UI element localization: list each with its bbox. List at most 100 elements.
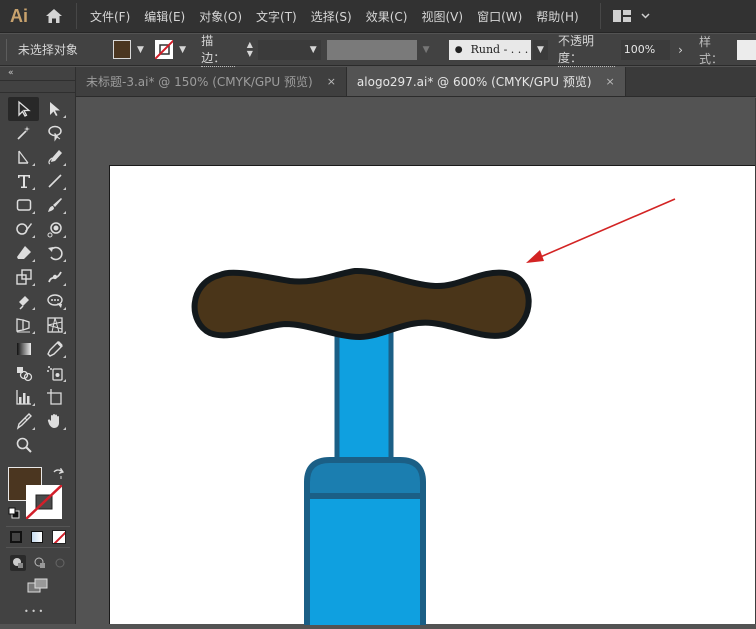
tool-curvature[interactable] bbox=[8, 145, 39, 169]
document-tabs: 未标题-3.ai* @ 150% (CMYK/GPU 预览) × alogo29… bbox=[76, 67, 756, 97]
graphic-style-swatch[interactable] bbox=[737, 39, 756, 60]
draw-behind-button[interactable] bbox=[34, 554, 46, 573]
type-icon bbox=[17, 175, 30, 188]
gradient-mode-button[interactable] bbox=[30, 531, 43, 543]
menu-bar: Ai 文件(F) 编辑(E) 对象(O) 文字(T) 选择(S) 效果(C) 视… bbox=[0, 0, 756, 33]
tab-document-2[interactable]: alogo297.ai* @ 600% (CMYK/GPU 预览) × bbox=[346, 67, 626, 96]
menu-edit[interactable]: 编辑(E) bbox=[137, 8, 192, 25]
stroke-weight-input[interactable] bbox=[258, 39, 306, 60]
brush-definition[interactable]: ● Rund - . . . bbox=[448, 39, 531, 60]
stroke-dropdown[interactable]: ▼ bbox=[176, 45, 189, 55]
tool-puppet-warp[interactable] bbox=[39, 265, 70, 289]
control-bar: 未选择对象 ▼ ▼ 描边： ▲ ▼ ▼ ▼ ● Rund - . . . ▼ 不透… bbox=[0, 32, 756, 67]
shape-builder-icon bbox=[15, 318, 30, 333]
stroke-label[interactable]: 描边： bbox=[201, 32, 236, 67]
stroke-none-icon bbox=[26, 485, 62, 519]
swap-fill-stroke-icon[interactable] bbox=[52, 468, 64, 480]
chevron-down-icon bbox=[641, 13, 650, 19]
fill-swatch[interactable] bbox=[112, 40, 131, 59]
blob-brush-icon bbox=[47, 222, 62, 238]
variable-width-dropdown[interactable]: ▼ bbox=[420, 45, 433, 55]
menu-effect[interactable]: 效果(C) bbox=[359, 8, 415, 25]
bottle-body[interactable] bbox=[304, 493, 426, 629]
corkscrew-shaft[interactable] bbox=[334, 323, 394, 469]
draw-mode-row bbox=[6, 552, 70, 574]
eyedropper-icon bbox=[46, 341, 63, 357]
tool-lasso[interactable] bbox=[39, 121, 70, 145]
draw-normal-button[interactable] bbox=[10, 555, 26, 571]
variable-width-profile[interactable] bbox=[326, 39, 417, 60]
tool-gradient[interactable] bbox=[8, 337, 39, 361]
corkscrew-handle[interactable] bbox=[191, 267, 532, 340]
menu-select[interactable]: 选择(S) bbox=[304, 8, 359, 25]
menu-object[interactable]: 对象(O) bbox=[192, 8, 249, 25]
tool-pen[interactable] bbox=[39, 145, 70, 169]
tool-slice[interactable] bbox=[8, 409, 39, 433]
bottle-cap[interactable] bbox=[304, 457, 426, 499]
tool-free-transform[interactable] bbox=[39, 289, 70, 313]
tool-rotate[interactable] bbox=[39, 241, 70, 265]
tool-type[interactable] bbox=[8, 169, 39, 193]
tab-document-1[interactable]: 未标题-3.ai* @ 150% (CMYK/GPU 预览) × bbox=[76, 67, 347, 96]
tool-rectangle[interactable] bbox=[8, 193, 39, 217]
scale-icon bbox=[15, 269, 32, 285]
tool-shape-builder[interactable] bbox=[8, 313, 39, 337]
tool-direct-selection[interactable] bbox=[39, 97, 70, 121]
close-tab-icon[interactable]: × bbox=[606, 75, 615, 88]
tool-blend[interactable] bbox=[8, 361, 39, 385]
eraser-icon bbox=[16, 246, 31, 259]
blend-icon bbox=[16, 367, 32, 382]
stroke-color-box[interactable] bbox=[26, 485, 62, 519]
tool-line-segment[interactable] bbox=[39, 169, 70, 193]
menu-help[interactable]: 帮助(H) bbox=[529, 8, 585, 25]
control-bar-grip[interactable] bbox=[6, 38, 10, 61]
rectangle-icon bbox=[16, 199, 31, 211]
opacity-input[interactable]: 100% bbox=[620, 39, 671, 60]
tool-symbol-sprayer[interactable] bbox=[39, 361, 70, 385]
edit-toolbar-button[interactable]: • • • bbox=[24, 607, 43, 616]
menu-view[interactable]: 视图(V) bbox=[414, 8, 470, 25]
close-tab-icon[interactable]: × bbox=[327, 75, 336, 88]
default-fill-stroke-icon[interactable] bbox=[8, 507, 20, 519]
tool-selection[interactable] bbox=[8, 97, 39, 121]
menu-file[interactable]: 文件(F) bbox=[83, 8, 137, 25]
opacity-expand-button[interactable]: › bbox=[672, 43, 689, 57]
stroke-weight-spinner[interactable]: ▲ ▼ bbox=[243, 40, 256, 60]
tools-panel-grip[interactable] bbox=[0, 81, 75, 93]
menu-window[interactable]: 窗口(W) bbox=[470, 8, 529, 25]
tool-paintbrush[interactable] bbox=[39, 193, 70, 217]
tool-width[interactable] bbox=[8, 289, 39, 313]
tool-blob-brush[interactable] bbox=[39, 217, 70, 241]
tool-hand[interactable] bbox=[39, 409, 70, 433]
fill-dropdown[interactable]: ▼ bbox=[134, 45, 147, 55]
artboard[interactable] bbox=[109, 165, 756, 629]
color-mode-button[interactable] bbox=[10, 531, 23, 543]
tool-artboard[interactable] bbox=[39, 385, 70, 409]
tools-collapse-button[interactable]: « bbox=[0, 67, 75, 81]
tool-column-graph[interactable] bbox=[8, 385, 39, 409]
curvature-icon bbox=[17, 150, 28, 164]
tool-eyedropper[interactable] bbox=[39, 337, 70, 361]
tool-perspective-grid[interactable] bbox=[39, 313, 70, 337]
tool-shaper[interactable] bbox=[8, 217, 39, 241]
screen-mode-icon[interactable] bbox=[27, 578, 49, 594]
tool-magic-wand[interactable] bbox=[8, 121, 39, 145]
hand-icon bbox=[47, 414, 59, 428]
stroke-weight-dropdown[interactable]: ▼ bbox=[305, 39, 321, 60]
menu-divider bbox=[76, 3, 77, 29]
slice-icon bbox=[16, 413, 32, 430]
brush-dropdown[interactable]: ▼ bbox=[532, 39, 549, 60]
none-mode-button[interactable] bbox=[51, 530, 66, 544]
canvas-area[interactable] bbox=[76, 98, 756, 629]
opacity-label[interactable]: 不透明度： bbox=[558, 32, 615, 67]
tool-zoom[interactable] bbox=[8, 433, 39, 457]
menu-type[interactable]: 文字(T) bbox=[249, 8, 304, 25]
stroke-swatch[interactable] bbox=[155, 40, 173, 59]
tool-scale[interactable] bbox=[8, 265, 39, 289]
symbol-sprayer-icon bbox=[46, 366, 63, 381]
brush-dot-icon: ● bbox=[454, 44, 463, 55]
home-button[interactable] bbox=[38, 0, 70, 33]
tool-eraser[interactable] bbox=[8, 241, 39, 265]
draw-inside-button[interactable] bbox=[54, 554, 66, 573]
workspace-switcher[interactable] bbox=[599, 3, 650, 29]
